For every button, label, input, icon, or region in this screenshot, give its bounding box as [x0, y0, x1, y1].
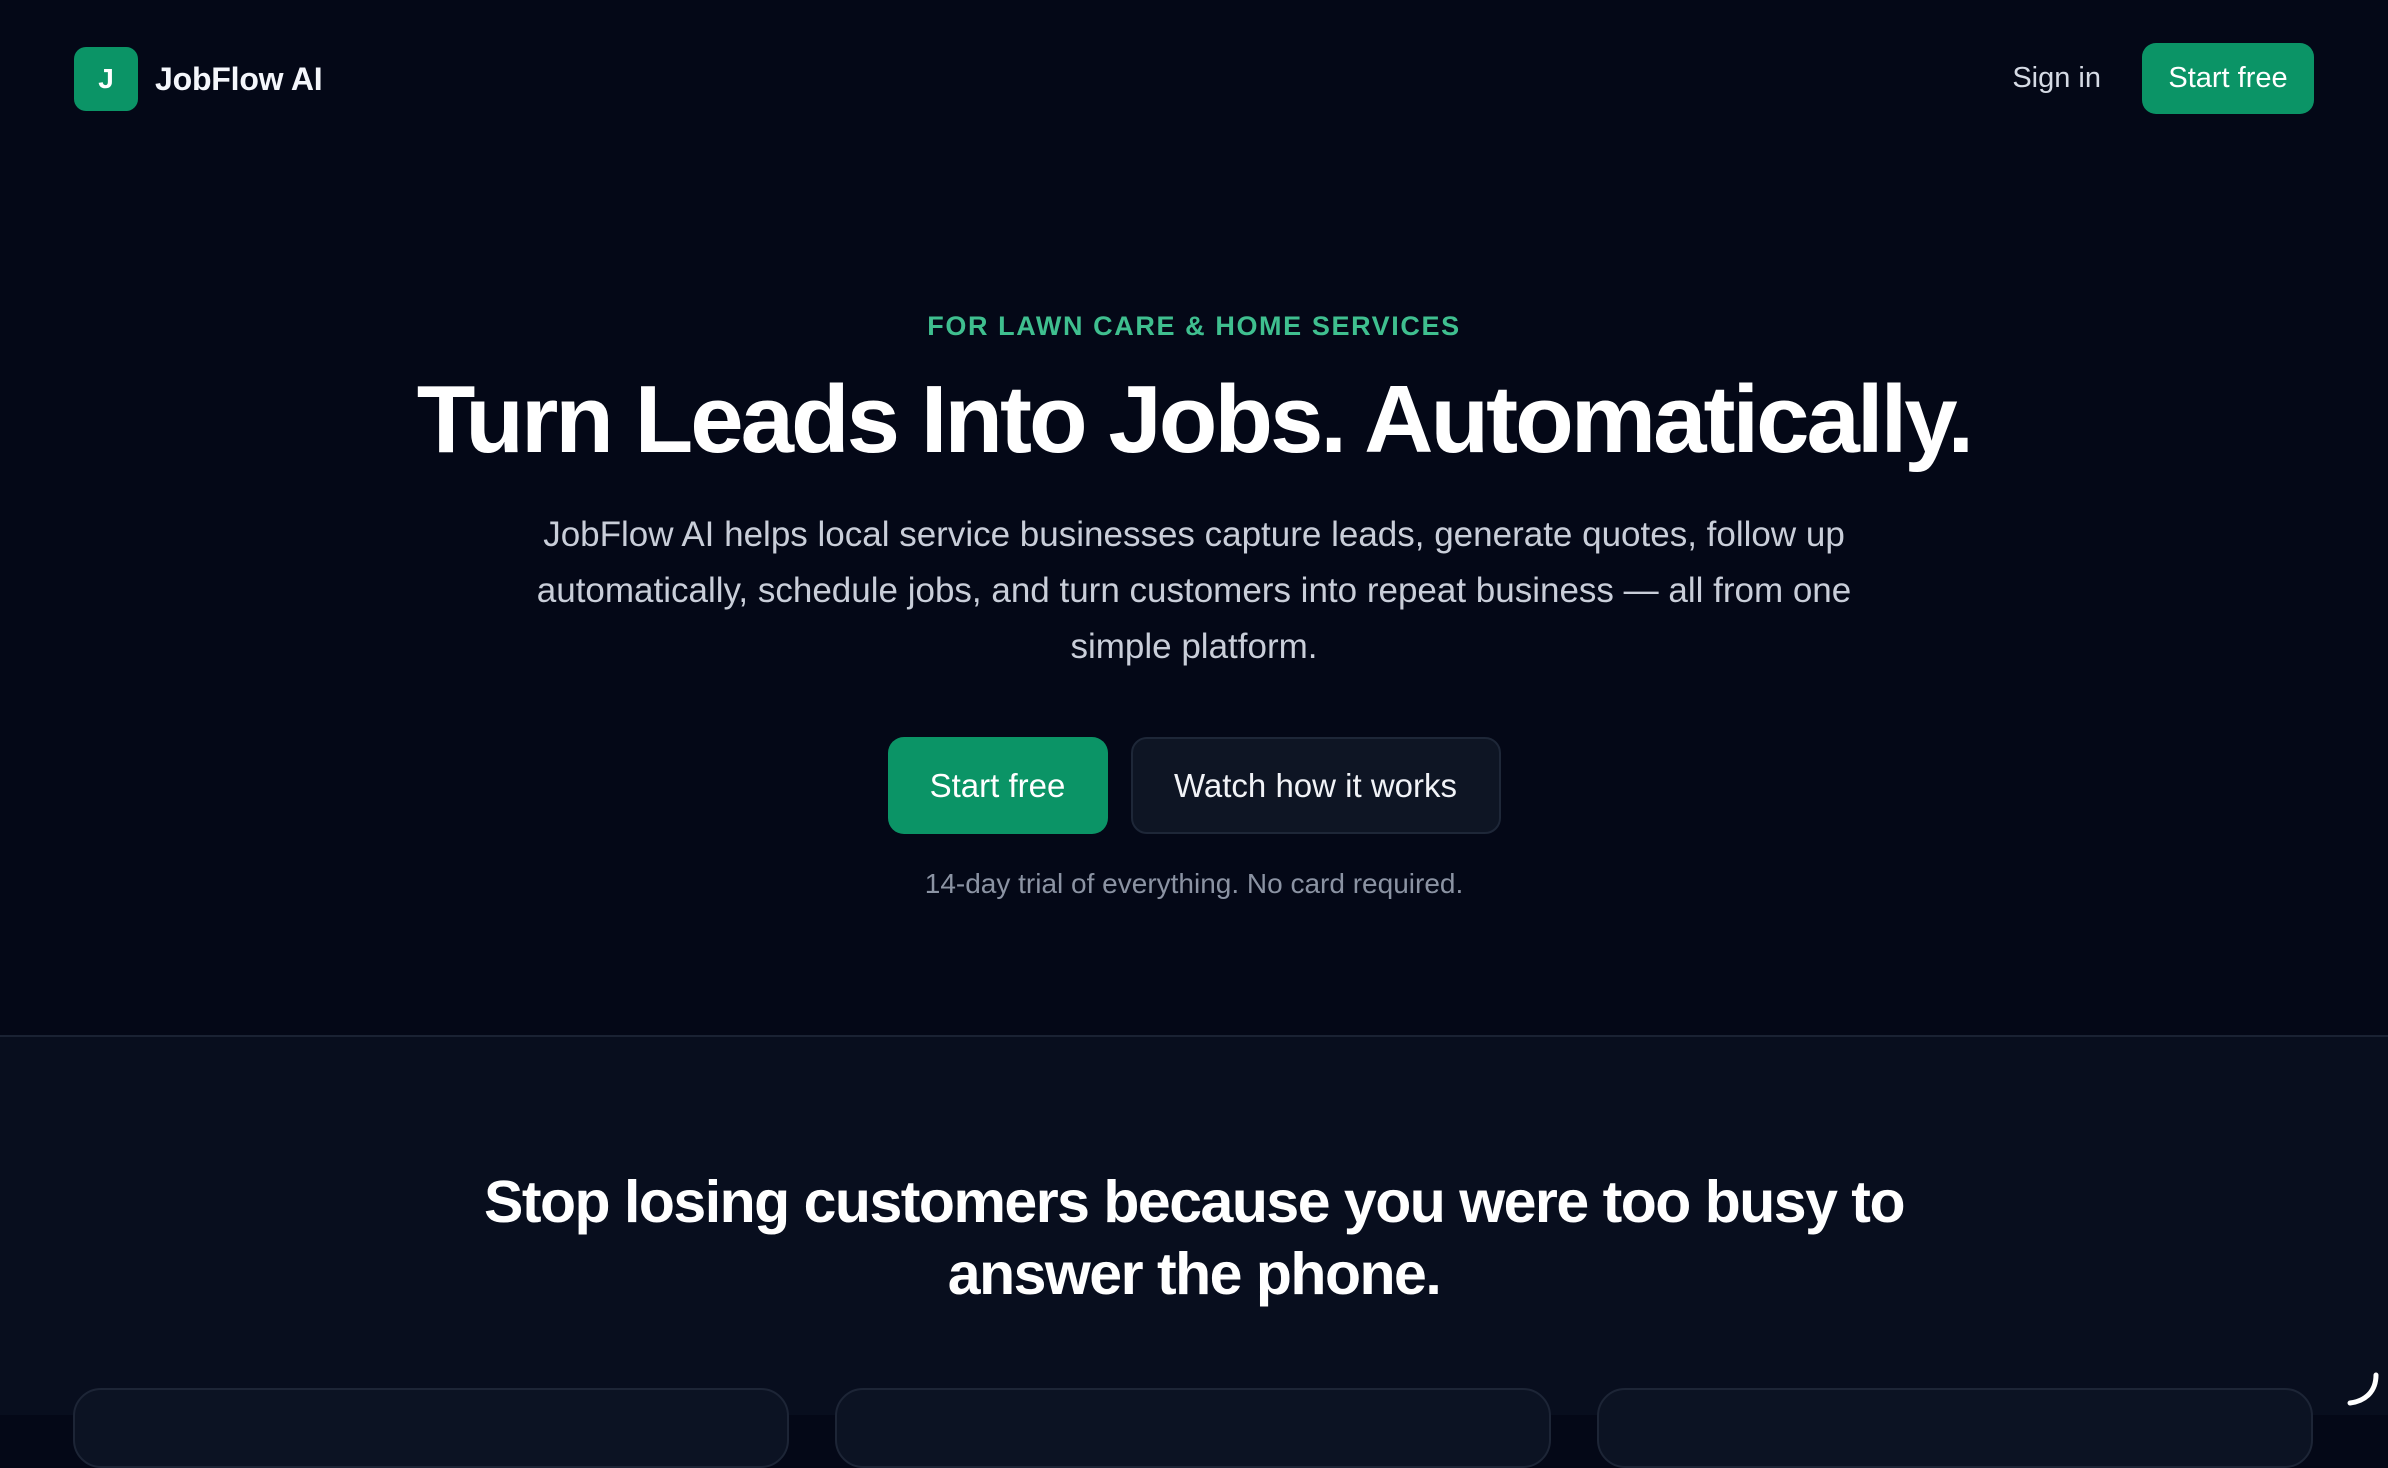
hero-section: FOR LAWN CARE & HOME SERVICES Turn Leads…: [0, 0, 2388, 1035]
hero-subtitle: JobFlow AI helps local service businesse…: [536, 515, 1852, 666]
feature-card: [73, 1388, 789, 1468]
hero-start-free-button[interactable]: Start free: [887, 737, 1108, 834]
problem-section: Stop losing customers because you were t…: [0, 1035, 2388, 1468]
trial-note: 14-day trial of everything. No card requ…: [924, 868, 1464, 899]
loading-arc-icon: [2347, 1372, 2379, 1406]
hero-title: Turn Leads Into Jobs. Automatically.: [416, 366, 1974, 473]
feature-card: [1597, 1388, 2313, 1468]
hero-eyebrow: FOR LAWN CARE & HOME SERVICES: [927, 311, 1461, 341]
watch-how-it-works-button[interactable]: Watch how it works: [1130, 737, 1501, 834]
problem-section-title: Stop losing customers because you were t…: [484, 1169, 1905, 1307]
hero-cta-row: Start free Watch how it works: [0, 737, 2388, 834]
feature-card: [835, 1388, 1551, 1468]
